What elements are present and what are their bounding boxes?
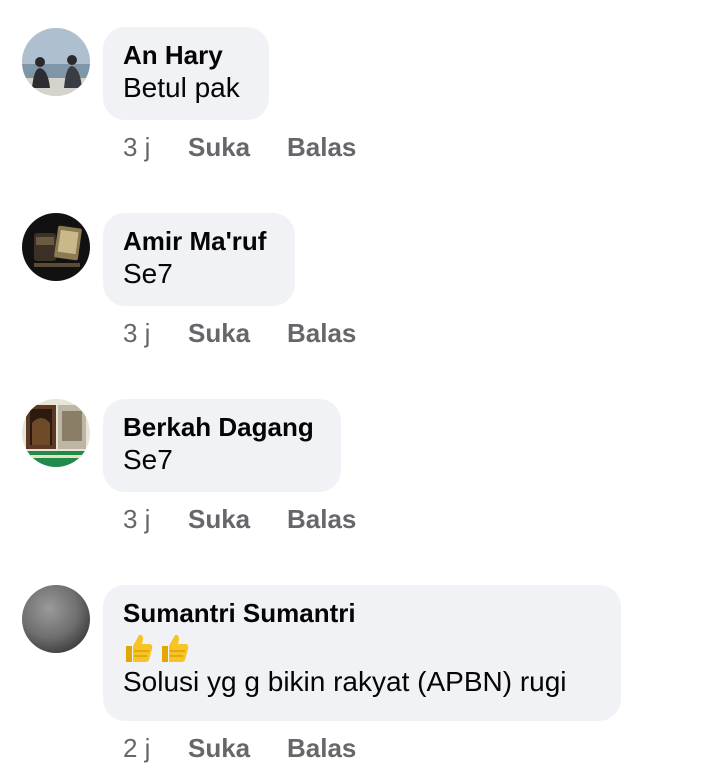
like-button[interactable]: Suka: [188, 132, 287, 162]
avatar-photo-shop-interior-icon: [22, 399, 90, 467]
comment-time[interactable]: 3 j: [123, 132, 188, 162]
comment-time[interactable]: 3 j: [123, 504, 188, 534]
comment-text: Betul pak: [123, 72, 240, 103]
reply-button[interactable]: Balas: [287, 733, 356, 763]
comment-actions: 3 j Suka Balas: [123, 504, 356, 534]
comment-bubble: Amir Ma'ruf Se7: [103, 213, 295, 306]
reply-button[interactable]: Balas: [287, 504, 356, 534]
comment-time[interactable]: 3 j: [123, 318, 188, 348]
avatar[interactable]: [22, 213, 90, 281]
comment-actions: 3 j Suka Balas: [123, 132, 356, 162]
avatar[interactable]: [22, 399, 90, 467]
reply-button[interactable]: Balas: [287, 132, 356, 162]
comment-text: Se7: [123, 444, 173, 475]
comment-text: Solusi yg g bikin rakyat (APBN) rugi: [123, 666, 567, 697]
comment-author[interactable]: Berkah Dagang: [123, 411, 321, 443]
avatar-photo-products-icon: [22, 213, 90, 281]
avatar[interactable]: [22, 28, 90, 96]
comment-time[interactable]: 2 j: [123, 733, 188, 763]
comment-bubble: Sumantri Sumantri 👍👍 Solusi yg g bikin r…: [103, 585, 621, 721]
thumbs-up-icon: [162, 634, 189, 663]
comment-bubble: An Hary Betul pak: [103, 27, 269, 120]
comment-text: Se7: [123, 258, 173, 289]
like-button[interactable]: Suka: [188, 504, 287, 534]
thumbs-up-icon: [126, 634, 153, 663]
comment-bubble: Berkah Dagang Se7: [103, 399, 341, 492]
avatar-photo-couple-seaside-icon: [22, 28, 90, 96]
comment-emoji: 👍👍: [123, 629, 601, 665]
comment-author[interactable]: Amir Ma'ruf: [123, 225, 275, 257]
comment-actions: 3 j Suka Balas: [123, 318, 356, 348]
comment-actions: 2 j Suka Balas: [123, 733, 356, 763]
comment-author[interactable]: Sumantri Sumantri: [123, 597, 601, 629]
avatar-photo-gray-icon: [22, 585, 90, 653]
avatar[interactable]: [22, 585, 90, 653]
comment-author[interactable]: An Hary: [123, 39, 249, 71]
reply-button[interactable]: Balas: [287, 318, 356, 348]
like-button[interactable]: Suka: [188, 318, 287, 348]
like-button[interactable]: Suka: [188, 733, 287, 763]
